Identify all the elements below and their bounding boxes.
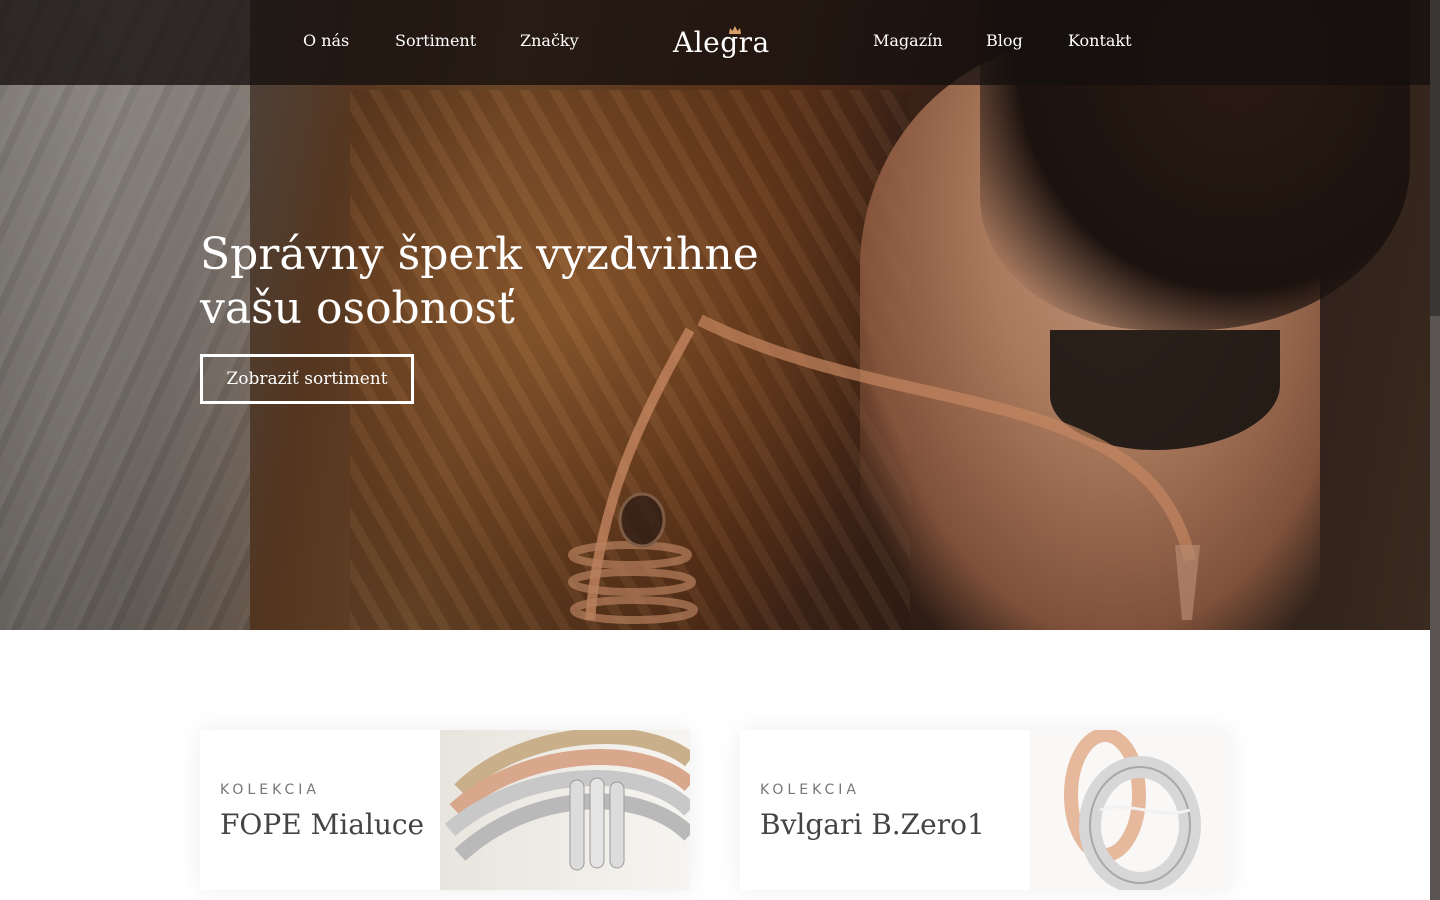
hero-title-line-1: Správny šperk vyzdvihne	[200, 229, 759, 280]
top-navigation-bar: O nás Sortiment Značky Alegra Magazín Bl…	[0, 0, 1430, 85]
nav-link-sortiment[interactable]: Sortiment	[395, 31, 476, 50]
collection-title: Bvlgari B.Zero1	[760, 808, 985, 841]
nav-link-o-nas[interactable]: O nás	[303, 31, 349, 50]
crown-icon	[729, 26, 741, 34]
collection-card-fope[interactable]: KOLEKCIA FOPE Mialuce	[200, 730, 690, 890]
bracelet-product-image	[440, 730, 690, 890]
scrollbar-thumb[interactable]	[1430, 316, 1440, 900]
nav-link-znacky[interactable]: Značky	[520, 31, 579, 50]
nav-link-blog[interactable]: Blog	[986, 31, 1023, 50]
collection-kicker: KOLEKCIA	[760, 782, 860, 798]
logo-text: Alegra	[673, 25, 770, 59]
collection-kicker: KOLEKCIA	[220, 782, 320, 798]
hero-title: Správny šperk vyzdvihne vašu osobnosť	[200, 228, 760, 336]
collection-title: FOPE Mialuce	[220, 808, 425, 841]
rings-product-image	[1030, 730, 1230, 890]
collection-card-bvlgari[interactable]: KOLEKCIA Bvlgari B.Zero1	[740, 730, 1230, 890]
nav-link-magazin[interactable]: Magazín	[873, 31, 943, 50]
site-logo[interactable]: Alegra	[673, 20, 770, 64]
view-assortment-button[interactable]: Zobraziť sortiment	[200, 354, 414, 404]
nav-link-kontakt[interactable]: Kontakt	[1068, 31, 1132, 50]
hero-title-line-2: vašu osobnosť	[200, 283, 515, 334]
